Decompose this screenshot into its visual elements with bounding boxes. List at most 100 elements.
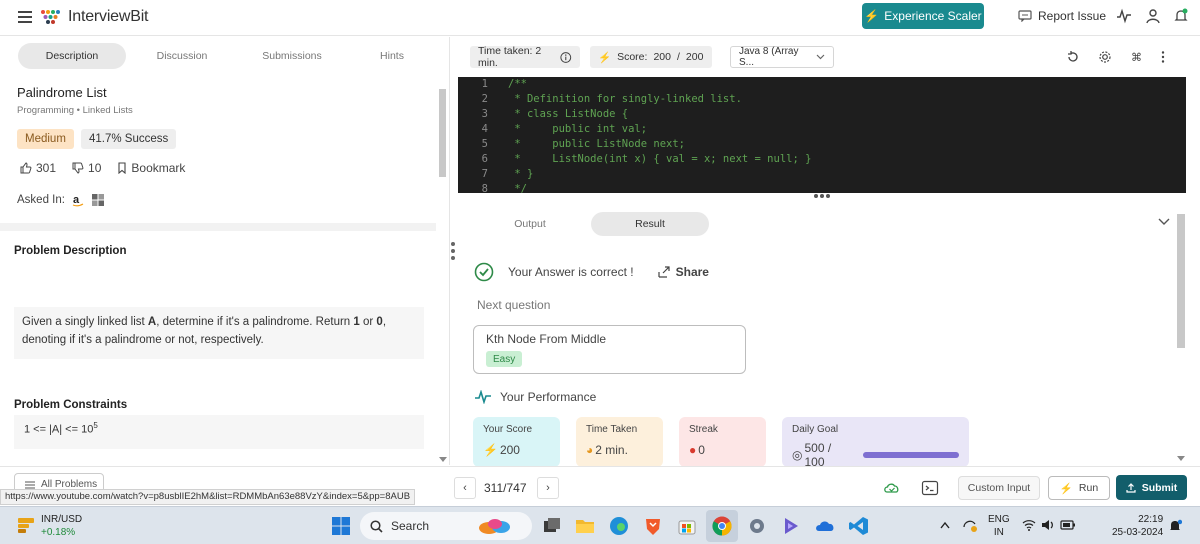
reactions-bar: 301 10 Bookmark bbox=[20, 161, 185, 175]
score-card-label: Your Score bbox=[483, 424, 533, 435]
stock-ticker-widget[interactable]: INR/USD +0.18% bbox=[41, 513, 82, 539]
system-clock[interactable]: 22:19 25-03-2024 bbox=[1112, 513, 1163, 539]
taskbar-search[interactable]: Search bbox=[360, 512, 532, 540]
left-scrollbar-thumb[interactable] bbox=[439, 89, 446, 177]
tab-discussion[interactable]: Discussion bbox=[128, 43, 236, 69]
tab-hints[interactable]: Hints bbox=[338, 43, 446, 69]
bolt-icon: ⚡ bbox=[1059, 482, 1073, 495]
bolt-icon: ⚡ bbox=[483, 443, 498, 457]
report-issue-label: Report Issue bbox=[1038, 9, 1107, 23]
dislike-button[interactable]: 10 bbox=[72, 161, 101, 175]
collapse-chevron-icon[interactable] bbox=[1158, 218, 1170, 226]
scroll-down-icon[interactable] bbox=[1177, 456, 1185, 462]
submit-button[interactable]: Submit bbox=[1116, 475, 1187, 500]
amazon-icon[interactable]: a bbox=[71, 193, 85, 207]
custom-input-button[interactable]: Custom Input bbox=[958, 476, 1040, 500]
left-scrollbar[interactable] bbox=[437, 85, 447, 465]
like-button[interactable]: 301 bbox=[20, 161, 56, 175]
onedrive-icon[interactable] bbox=[814, 515, 836, 537]
brand-logo[interactable]: InterviewBit bbox=[40, 8, 148, 26]
problem-panel: Description Discussion Submissions Hints… bbox=[0, 37, 450, 465]
score-label: Score: bbox=[617, 51, 648, 63]
performance-heading: Your Performance bbox=[500, 390, 597, 404]
tab-submissions[interactable]: Submissions bbox=[238, 43, 346, 69]
line-number: 2 bbox=[481, 93, 488, 105]
tab-output[interactable]: Output bbox=[476, 212, 584, 236]
brave-browser-icon[interactable] bbox=[642, 515, 664, 537]
breadcrumb-topic[interactable]: Linked Lists bbox=[83, 105, 133, 116]
lang-line-1: ENG bbox=[988, 514, 1010, 525]
media-player-icon[interactable] bbox=[780, 515, 802, 537]
stock-ticker-icon[interactable] bbox=[16, 515, 36, 535]
streak-card-label: Streak bbox=[689, 424, 718, 435]
line-number: 1 bbox=[481, 78, 488, 90]
windows-start-icon[interactable] bbox=[331, 516, 351, 536]
bookmark-button[interactable]: Bookmark bbox=[117, 161, 185, 175]
file-explorer-icon[interactable] bbox=[574, 515, 596, 537]
microsoft-icon[interactable] bbox=[91, 193, 105, 207]
breadcrumb-category[interactable]: Programming bbox=[17, 105, 74, 116]
menu-icon[interactable] bbox=[18, 11, 32, 23]
volume-icon[interactable] bbox=[1041, 519, 1055, 531]
wifi-icon[interactable] bbox=[1022, 519, 1036, 531]
result-scrollbar[interactable] bbox=[1175, 212, 1187, 468]
top-navbar: InterviewBit ⚡ Experience Scaler Report … bbox=[0, 0, 1200, 36]
constraint-exponent: 5 bbox=[93, 421, 98, 430]
scroll-down-icon[interactable] bbox=[439, 457, 447, 463]
task-view-icon[interactable] bbox=[541, 515, 563, 537]
section-divider bbox=[0, 223, 436, 231]
settings-app-icon[interactable] bbox=[746, 515, 768, 537]
run-label: Run bbox=[1078, 482, 1099, 494]
experience-scaler-button[interactable]: ⚡ Experience Scaler bbox=[862, 3, 984, 29]
activity-icon[interactable] bbox=[1116, 8, 1132, 24]
vscode-icon[interactable] bbox=[848, 515, 870, 537]
user-icon[interactable] bbox=[1145, 8, 1161, 24]
cloud-sync-icon[interactable] bbox=[883, 479, 901, 497]
search-icon bbox=[370, 519, 383, 533]
network-sync-icon[interactable] bbox=[962, 519, 978, 533]
previous-problem-button[interactable]: ‹ bbox=[454, 477, 476, 499]
settings-gear-icon[interactable] bbox=[1098, 50, 1112, 64]
line-number: 6 bbox=[481, 153, 488, 165]
code-line: 5 * public ListNode next; bbox=[458, 138, 1186, 153]
notification-bell-icon[interactable] bbox=[1173, 8, 1189, 24]
notification-center-icon[interactable] bbox=[1168, 519, 1182, 533]
chevron-up-icon[interactable] bbox=[940, 521, 950, 529]
result-scrollbar-thumb[interactable] bbox=[1177, 214, 1185, 348]
chrome-browser-icon[interactable] bbox=[711, 515, 733, 537]
code-editor[interactable]: 1 /** 2 * Definition for singly-linked li… bbox=[458, 77, 1186, 193]
line-number: 7 bbox=[481, 168, 488, 180]
info-icon[interactable] bbox=[560, 51, 572, 64]
code-text: /** bbox=[508, 78, 527, 90]
tab-description[interactable]: Description bbox=[18, 43, 126, 69]
store-icon[interactable] bbox=[676, 515, 698, 537]
next-question-card[interactable]: Kth Node From Middle Easy bbox=[473, 325, 746, 374]
report-icon bbox=[1018, 10, 1032, 22]
streak-card-value: 0 bbox=[698, 443, 705, 457]
language-selected: Java 8 (Array S... bbox=[739, 46, 799, 68]
result-tabs: Output Result bbox=[476, 212, 709, 236]
terminal-icon[interactable] bbox=[921, 479, 939, 497]
chevron-down-icon bbox=[816, 54, 825, 60]
upload-icon bbox=[1126, 482, 1136, 493]
panel-resize-handle[interactable] bbox=[451, 242, 457, 264]
input-language-indicator[interactable]: ENG IN bbox=[988, 513, 1010, 539]
result-panel: Output Result Your Answer is correct ! S… bbox=[458, 200, 1186, 469]
thumbs-up-icon bbox=[20, 162, 32, 174]
battery-icon[interactable] bbox=[1060, 519, 1076, 531]
more-options-icon[interactable] bbox=[1156, 50, 1170, 64]
code-text: * } bbox=[508, 168, 534, 180]
tab-result[interactable]: Result bbox=[591, 212, 709, 236]
clock-time: 22:19 bbox=[1138, 514, 1164, 525]
score-card-value: 200 bbox=[499, 443, 520, 457]
edge-browser-icon[interactable] bbox=[608, 515, 630, 537]
performance-heading-row: Your Performance bbox=[474, 390, 596, 404]
shortcuts-command-icon[interactable]: ⌘ bbox=[1130, 50, 1144, 64]
share-button[interactable]: Share bbox=[658, 265, 709, 279]
run-button[interactable]: ⚡ Run bbox=[1048, 476, 1110, 500]
reset-icon[interactable] bbox=[1066, 50, 1080, 64]
editor-resize-handle[interactable] bbox=[814, 194, 830, 198]
language-select[interactable]: Java 8 (Array S... bbox=[730, 46, 834, 68]
report-issue-button[interactable]: Report Issue bbox=[1018, 9, 1106, 23]
next-problem-button[interactable]: › bbox=[537, 477, 559, 499]
